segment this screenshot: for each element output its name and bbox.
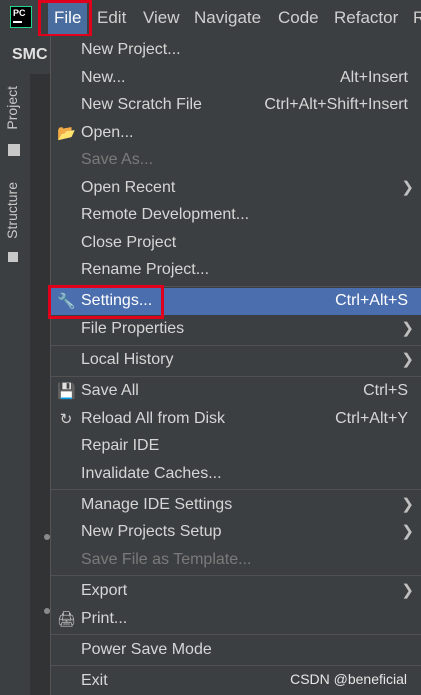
- menu-separator: [51, 376, 421, 377]
- menu-item-reload-all-from-disk[interactable]: ↻ Reload All from Disk Ctrl+Alt+Y: [51, 406, 421, 433]
- menu-item-local-history[interactable]: Local History ❯: [51, 347, 421, 374]
- tool-window-project[interactable]: Project: [4, 86, 20, 130]
- menu-item-repair-ide[interactable]: Repair IDE: [51, 433, 421, 460]
- menu-separator: [51, 345, 421, 346]
- menu-item-rename-project[interactable]: Rename Project...: [51, 257, 421, 284]
- menu-item-new[interactable]: New... Alt+Insert: [51, 65, 421, 92]
- menu-view[interactable]: View: [143, 0, 180, 36]
- menu-item-save-as: Save As...: [81, 151, 154, 168]
- chevron-right-icon: ❯: [401, 320, 414, 337]
- watermark: CSDN @beneficial: [290, 671, 407, 687]
- folder-icon: [8, 144, 20, 156]
- menu-item-save-all[interactable]: 💾 Save All Ctrl+S: [51, 378, 421, 405]
- tool-window-strip: Project Structure: [0, 74, 31, 695]
- menu-item-save-file-as-template: Save File as Template...: [81, 551, 252, 568]
- menu-item-manage-ide-settings[interactable]: Manage IDE Settings ❯: [51, 492, 421, 519]
- menu-item-new-projects-setup[interactable]: New Projects Setup ❯: [51, 519, 421, 546]
- file-menu-dropdown: New Project... New... Alt+Insert New Scr…: [50, 36, 421, 695]
- menu-separator: [51, 634, 421, 635]
- menu-item-new-scratch-file[interactable]: New Scratch File Ctrl+Alt+Shift+Insert: [51, 92, 421, 119]
- menu-run[interactable]: R: [413, 0, 421, 36]
- menu-code[interactable]: Code: [278, 0, 319, 36]
- menu-item-print[interactable]: 🖨 Print...: [51, 606, 421, 633]
- tool-window-structure[interactable]: Structure: [4, 182, 20, 239]
- editor-gutter: [30, 74, 50, 695]
- chevron-right-icon: ❯: [401, 179, 414, 196]
- menu-edit[interactable]: Edit: [97, 0, 126, 36]
- chevron-right-icon: ❯: [401, 496, 414, 513]
- chevron-right-icon: ❯: [401, 351, 414, 368]
- menu-separator: [51, 575, 421, 576]
- settings-highlight-box: [48, 285, 164, 319]
- reload-icon: ↻: [59, 411, 73, 428]
- menu-item-close-project[interactable]: Close Project: [51, 230, 421, 257]
- menu-item-open[interactable]: 📂 Open...: [51, 120, 421, 147]
- menu-navigate[interactable]: Navigate: [194, 0, 261, 36]
- menu-item-open-recent[interactable]: Open Recent ❯: [51, 175, 421, 202]
- pycharm-logo-icon: PC: [10, 6, 32, 28]
- menu-item-new-project[interactable]: New Project...: [51, 37, 421, 64]
- structure-icon: [8, 252, 18, 262]
- menu-item-remote-development[interactable]: Remote Development...: [51, 202, 421, 229]
- chevron-right-icon: ❯: [401, 523, 414, 540]
- save-icon: 💾: [57, 383, 76, 400]
- folder-icon: 📂: [57, 125, 76, 142]
- menu-item-file-properties[interactable]: File Properties ❯: [51, 316, 421, 343]
- menu-separator: [51, 489, 421, 490]
- menu-refactor[interactable]: Refactor: [334, 0, 398, 36]
- print-icon: 🖨: [57, 611, 77, 628]
- file-highlight-box: [38, 0, 92, 37]
- menu-separator: [51, 665, 421, 666]
- menu-item-export[interactable]: Export ❯: [51, 578, 421, 605]
- chevron-right-icon: ❯: [401, 582, 414, 599]
- project-name: SMC: [0, 36, 50, 74]
- menu-item-power-save-mode[interactable]: Power Save Mode: [51, 637, 421, 664]
- menu-item-invalidate-caches[interactable]: Invalidate Caches...: [51, 461, 421, 488]
